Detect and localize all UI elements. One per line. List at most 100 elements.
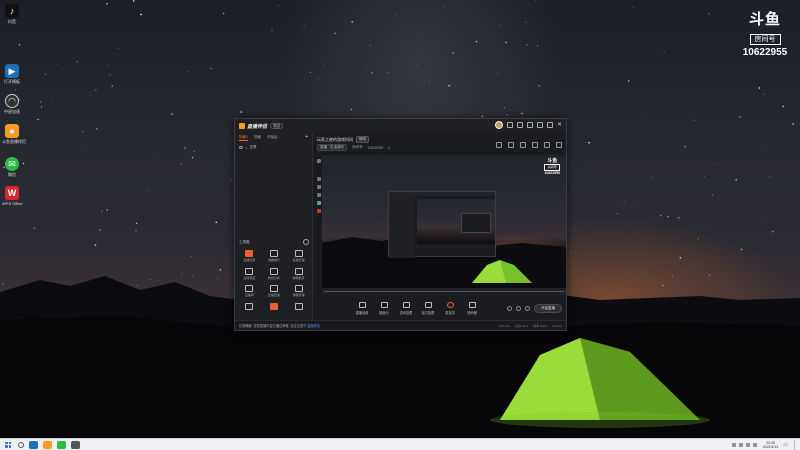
tool-item[interactable]: 粉丝分析 [262,267,287,281]
clock[interactable]: 23:05 2022/4/13 [763,441,779,449]
category-chip[interactable]: 直播 · 生活娱乐 [317,144,348,151]
record-toggle-icon[interactable] [507,305,512,311]
gift-icon[interactable] [496,142,502,148]
notification-icon[interactable]: ▭ [783,442,788,448]
windows-start-icon[interactable] [3,440,13,450]
taskbar-app-icon[interactable] [43,440,52,449]
image-icon[interactable] [316,185,321,189]
tool-icon [269,302,278,310]
desktop-icon-wechat[interactable]: ✉ 微信 [2,157,22,177]
tool-icon [269,267,278,275]
scene-tabs: 场景1 场景 开始后 + [235,133,312,143]
close-icon[interactable]: ✕ [557,122,562,128]
desktop-icon-accelerator[interactable]: ◠ 中星加速 [2,94,22,114]
show-desktop-button[interactable] [794,439,796,450]
control-label: 扬声器 [467,310,477,315]
preview-room-badge: 斗鱼 房间号 10622955 [544,159,560,176]
source-controls: 直播设置 摄像头 游戏投屏 窗口投屏 麦克风 扬声器 [351,301,483,315]
sticker-icon[interactable] [316,201,321,205]
minimize-icon[interactable] [536,122,543,128]
volume-icon[interactable] [745,442,750,447]
toolbox-settings-icon[interactable] [303,239,309,245]
control-bar: 直播设置 摄像头 游戏投屏 窗口投屏 麦克风 扬声器 开始直播 [315,297,566,319]
maximize-icon[interactable] [546,122,553,128]
status-message: 礼物播报: 您的直播内容已通过审核, 请注意遵守 直播规范 [239,323,320,328]
preview-seek-bar[interactable] [322,288,566,295]
tool-item[interactable]: 直播日程 [286,250,311,263]
tool-icon [294,267,303,275]
taskbar-apps [24,440,80,449]
menu-icon[interactable] [526,122,533,128]
network-icon[interactable] [738,442,743,447]
title-bar[interactable]: 直播伴侣 测试 ✕ [235,119,566,133]
tab-scene[interactable]: 场景 [254,135,261,141]
stream-preview[interactable]: 斗鱼 房间号 10622955 [315,155,566,295]
message-icon[interactable] [506,122,513,128]
streaming-app-window: 直播伴侣 测试 ✕ 场景1 场景 开始后 + ⌂ 全屏 工具箱 直播任务 观看统… [234,118,567,331]
desktop-icon-wps[interactable]: W WPS Office [2,186,23,206]
tool-item[interactable]: 观看统计 [262,250,287,263]
gear-icon[interactable] [525,305,530,311]
taskbar-app-icon[interactable] [71,440,80,449]
avatar[interactable] [494,121,503,129]
tab-scene-1[interactable]: 场景1 [239,135,248,141]
record-icon[interactable] [316,209,321,213]
toolbox-header: 工具箱 [239,239,309,245]
douyu-icon: ● [5,124,19,138]
share-icon[interactable] [556,142,562,148]
settings-icon[interactable] [516,122,523,128]
home-icon[interactable] [508,142,514,148]
camera-icon [380,301,388,308]
tool-item[interactable] [237,302,262,312]
desktop-icon-template[interactable]: ▶ 打开模板 [2,64,22,84]
app-logo: 直播伴侣 [239,123,267,130]
speaker-icon [468,301,476,308]
control-window[interactable]: 窗口投屏 [417,301,439,315]
control-screen[interactable]: 游戏投屏 [395,301,417,315]
chat-icon[interactable] [544,142,550,148]
tool-item[interactable]: 弹幕助手 [286,267,311,281]
tool-item[interactable]: 直播间 [237,285,262,298]
tool-item[interactable]: 弹幕管理 [286,285,311,298]
tool-icon [294,285,303,292]
tool-label: 粉丝分析 [267,275,280,280]
control-label: 麦克风 [445,310,455,315]
system-tray: 23:05 2022/4/13 ▭ [731,439,796,450]
control-mic[interactable]: 麦克风 [439,301,461,315]
add-scene-icon[interactable]: + [305,135,308,141]
settings-icon [358,301,366,308]
scene-source-item[interactable]: ⌂ 全屏 [235,143,312,152]
version-chip[interactable]: 测试 [270,123,284,129]
tool-item[interactable]: 直播回放 [262,285,287,298]
header-icons [496,142,562,148]
room-number: 10622955 [742,47,788,58]
control-camera[interactable]: 摄像头 [373,301,395,315]
control-settings[interactable]: 直播设置 [351,301,373,315]
lock-icon[interactable]: ⌂ [245,145,247,150]
desktop-icon-douyu[interactable]: ● 斗鱼直播伴侣 [2,124,26,144]
tool-item[interactable]: 直播任务 [237,250,262,263]
tool-item[interactable] [286,302,311,312]
wechat-icon: ✉ [5,157,19,171]
pointer-icon[interactable] [316,159,321,163]
status-link[interactable]: 直播规范 [307,324,320,328]
tray-arrow-icon[interactable] [731,442,736,447]
taskbar-app-icon[interactable] [29,440,38,449]
eye-icon[interactable] [239,146,243,149]
clock-icon[interactable] [516,305,521,311]
tool-item[interactable]: 活动专区 [237,267,262,281]
edit-title-button[interactable]: 修改 [356,136,369,143]
desktop-icon-tiktok[interactable]: ♪ 抖音 [2,4,22,24]
tool-item[interactable] [262,302,287,312]
shape-icon[interactable] [316,193,321,197]
text-icon[interactable] [316,177,321,181]
ime-icon[interactable] [752,442,757,447]
bell-icon[interactable] [532,142,538,148]
control-speaker[interactable]: 扬声器 [461,301,483,315]
data-icon[interactable] [520,142,526,148]
start-live-button[interactable]: 开始直播 [534,303,562,313]
taskbar-app-icon[interactable] [57,440,66,449]
tab-after-start[interactable]: 开始后 [267,135,278,141]
tool-label: 弹幕管理 [292,293,305,297]
preview-canvas[interactable]: 斗鱼 房间号 10622955 [322,155,566,288]
